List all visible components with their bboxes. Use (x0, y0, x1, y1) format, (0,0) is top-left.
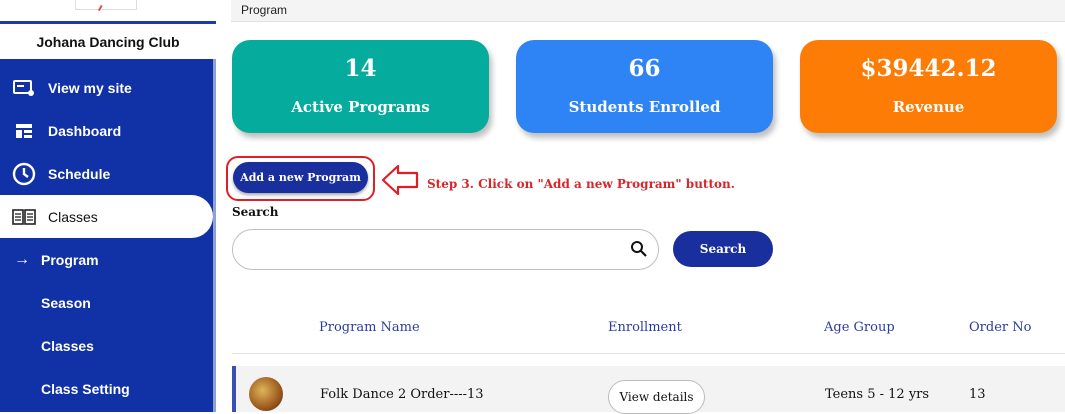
dashboard-icon (12, 119, 36, 143)
stat-card-students-enrolled: 66 Students Enrolled (516, 40, 773, 133)
stat-value: 66 (628, 55, 661, 82)
sidebar: Johana Dancing Club View my site Dashboa… (0, 0, 216, 412)
stat-card-active-programs: 14 Active Programs (232, 40, 489, 133)
stat-label: Active Programs (291, 98, 430, 116)
logo-area (0, 0, 216, 22)
program-avatar (249, 377, 283, 411)
clock-icon (12, 162, 36, 186)
stat-label: Students Enrolled (568, 98, 721, 116)
annotation-step-text: Step 3. Click on "Add a new Program" but… (427, 177, 735, 191)
sidebar-item-program[interactable]: → Program (0, 238, 213, 281)
search-icon[interactable] (630, 240, 648, 258)
breadcrumb: Program (241, 3, 288, 17)
annotation-arrow-icon (380, 163, 420, 201)
sidebar-scrollbar[interactable] (213, 59, 216, 412)
stat-card-revenue: $39442.12 Revenue (800, 40, 1057, 133)
column-header-order-no[interactable]: Order No (969, 320, 1031, 335)
sidebar-nav: View my site Dashboard Schedule Classes … (0, 59, 216, 412)
sidebar-item-schedule[interactable]: Schedule (0, 152, 213, 195)
age-group-cell: Teens 5 - 12 yrs (825, 387, 930, 402)
stat-value: $39442.12 (860, 55, 997, 82)
sidebar-item-label: View my site (48, 79, 132, 96)
program-name-cell: Folk Dance 2 Order----13 (320, 387, 484, 402)
column-header-age-group[interactable]: Age Group (824, 320, 895, 335)
sidebar-item-view-my-site[interactable]: View my site (0, 66, 213, 109)
table-divider (232, 353, 1065, 354)
book-icon (12, 205, 36, 229)
sidebar-item-label: Classes (48, 208, 98, 225)
sidebar-item-label: Schedule (48, 165, 111, 182)
sidebar-item-label: Dashboard (48, 122, 122, 139)
column-header-program-name[interactable]: Program Name (319, 320, 420, 335)
sidebar-item-label: Program (41, 251, 99, 268)
sidebar-item-label: Season (41, 294, 91, 311)
search-label: Search (232, 205, 279, 219)
row-accent-bar (232, 366, 236, 412)
search-input[interactable] (232, 229, 659, 270)
breadcrumb-bar: Program (231, 0, 1065, 22)
sidebar-item-label: Class Setting (41, 380, 130, 397)
sidebar-item-classes[interactable]: Classes (0, 195, 213, 238)
view-details-button[interactable]: View details (608, 380, 705, 414)
sidebar-subitem-class-setting[interactable]: Class Setting (0, 367, 213, 410)
club-logo[interactable] (75, 0, 137, 10)
stat-value: 14 (344, 55, 377, 82)
stat-label: Revenue (892, 98, 965, 116)
sidebar-item-dashboard[interactable]: Dashboard (0, 109, 213, 152)
view-site-icon (12, 76, 36, 100)
order-no-cell: 13 (969, 387, 986, 402)
column-header-enrollment[interactable]: Enrollment (608, 320, 682, 335)
arrow-right-icon: → (14, 250, 30, 268)
sidebar-subitem-season[interactable]: Season (0, 281, 213, 324)
search-button[interactable]: Search (673, 231, 773, 267)
sidebar-subitem-classes[interactable]: Classes (0, 324, 213, 367)
club-name: Johana Dancing Club (0, 24, 216, 59)
sidebar-item-label: Classes (41, 337, 94, 354)
add-program-button[interactable]: Add a new Program (233, 162, 368, 193)
